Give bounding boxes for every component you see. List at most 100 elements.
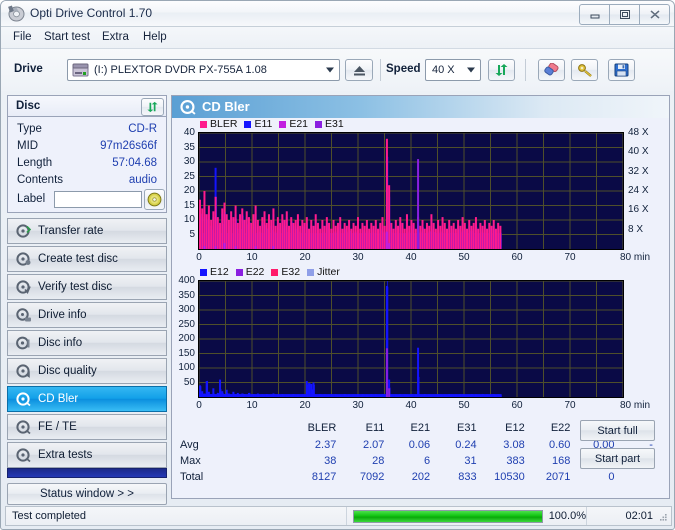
eject-icon [353,65,365,75]
disc-test-icon [16,224,31,238]
legend-swatch [200,268,207,276]
progress-bar-fill [354,510,542,522]
eject-button[interactable] [345,59,373,81]
x-axis-tick: 80 min [620,252,651,263]
sidebar-item-label: Verify test disc [38,281,113,293]
save-button[interactable] [608,59,635,81]
legend-swatch [235,268,243,276]
stats-cell: 7092 [359,471,385,483]
legend-label: BLER [210,118,238,130]
stats-cell: 38 [324,455,337,467]
disc-panel-title: Disc [16,100,41,112]
legend-swatch [315,120,323,128]
legend-swatch [307,268,315,276]
y-axis-tick: 350 [178,289,195,301]
y-axis-tick: 250 [178,318,195,330]
drive-select-value: (I:) PLEXTOR DVDR PX-755A 1.08 [94,64,267,76]
legend-label: E12 [210,266,229,278]
disc-panel-header: Disc [8,96,166,117]
x-axis-tick: 40 [405,400,417,411]
stats-cell: 168 [552,455,571,467]
cd-bler-icon [180,99,196,115]
disc-info-icon [16,336,30,350]
sidebar-item-label: Extra tests [38,449,93,461]
bler-plot-area[interactable] [198,132,624,250]
erase-button[interactable] [538,59,565,81]
status-message: Test completed [6,507,347,525]
right-axis-tick: 8 X [628,223,644,235]
sidebar-item-transfer-rate[interactable]: Transfer rate [7,218,167,244]
disc-row-value-type: CD-R [128,123,157,135]
y-axis-tick: 200 [178,333,195,344]
status-window-button[interactable]: Status window > > [7,483,167,505]
refresh-button[interactable] [488,59,515,81]
resize-grip-icon[interactable] [657,512,668,523]
legend-entry: Jitter [307,266,340,278]
e12-plot-area[interactable] [198,280,624,398]
close-button[interactable] [639,4,670,25]
content-panel: CD Bler BLER E11 E21 E31 5 10 15 20 25 30 35 40 8 … [171,95,670,499]
sidebar-item-cd-bler[interactable]: CD Bler [7,386,167,412]
legend-entry: E22 [235,266,264,278]
disc-label-input[interactable] [54,191,142,208]
sidebar-item-verify-test-disc[interactable]: Verify test disc [7,274,167,300]
status-bar: Test completed 100.0% 02:01 [5,506,672,526]
speed-select[interactable]: 40 X [425,59,481,81]
stats-cell: 2.07 [363,439,385,451]
menu-item-file[interactable]: File [13,31,32,43]
right-axis-tick: 48 X [628,127,649,138]
stats-column-header: E12 [505,422,525,434]
start-full-button[interactable]: Start full [580,420,655,441]
bler-chart-legend: BLER E11 E21 E31 [200,118,351,130]
stats-column-header: BLER [307,422,337,434]
disc-row-key-length: Length [17,157,53,169]
legend-swatch [200,120,207,128]
stats-cell: 2071 [545,471,571,483]
sidebar-item-label: Transfer rate [38,225,104,237]
disc-refresh-button[interactable] [141,98,164,116]
disc-icon [8,5,25,22]
toolbar-separator-2 [525,59,526,81]
cd-bler-icon [16,392,31,407]
settings-button[interactable] [571,59,598,81]
legend-label: E11 [254,118,273,130]
extra-tests-icon [16,448,31,463]
sidebar-item-drive-info[interactable]: Drive info [7,302,167,328]
minimize-button[interactable] [579,4,610,25]
maximize-button[interactable] [609,4,640,25]
cd-disc-icon [147,192,162,207]
close-icon [650,10,659,19]
menu-item-extra[interactable]: Extra [102,31,129,43]
legend-entry: E32 [271,266,300,278]
start-part-button[interactable]: Start part [580,448,655,469]
legend-label: E21 [289,118,309,130]
e12-chart-legend: E12 E22 E32 Jitter [200,266,347,278]
menu-item-help[interactable]: Help [143,31,167,43]
stats-row-label: Max [180,455,201,467]
disc-label-button[interactable] [144,189,165,210]
disc-burn-icon [16,252,31,266]
stats-row-label: Avg [180,439,199,451]
stats-cell: 10530 [494,471,525,483]
x-axis-tick: 40 [405,252,417,263]
chevron-down-icon [467,67,475,73]
sidebar-item-extra-tests[interactable]: Extra tests [7,442,167,468]
window-title: Opti Drive Control 1.70 [30,6,153,20]
eraser-icon [543,63,559,76]
x-axis-tick: 70 [564,400,576,411]
x-axis-tick: 60 [511,400,523,411]
sidebar-item-fe-te[interactable]: FE / TE [7,414,167,440]
right-axis-tick: 32 X [628,165,649,177]
legend-entry: E12 [200,266,229,278]
stats-cell: 0.60 [548,439,571,451]
sidebar-item-disc-info[interactable]: Disc info [7,330,167,356]
stats-cell: 0.24 [455,439,477,451]
stats-column-header: E11 [365,422,385,434]
stats-cell: 3.08 [503,439,525,451]
sidebar-item-create-test-disc[interactable]: Create test disc [7,246,167,272]
right-axis-tick: 16 X [628,204,649,216]
sidebar-item-disc-quality[interactable]: Disc quality [7,358,167,384]
y-axis-tick: 35 [183,141,195,153]
menu-item-start-test[interactable]: Start test [44,31,90,43]
drive-select[interactable]: (I:) PLEXTOR DVDR PX-755A 1.08 [67,59,340,81]
